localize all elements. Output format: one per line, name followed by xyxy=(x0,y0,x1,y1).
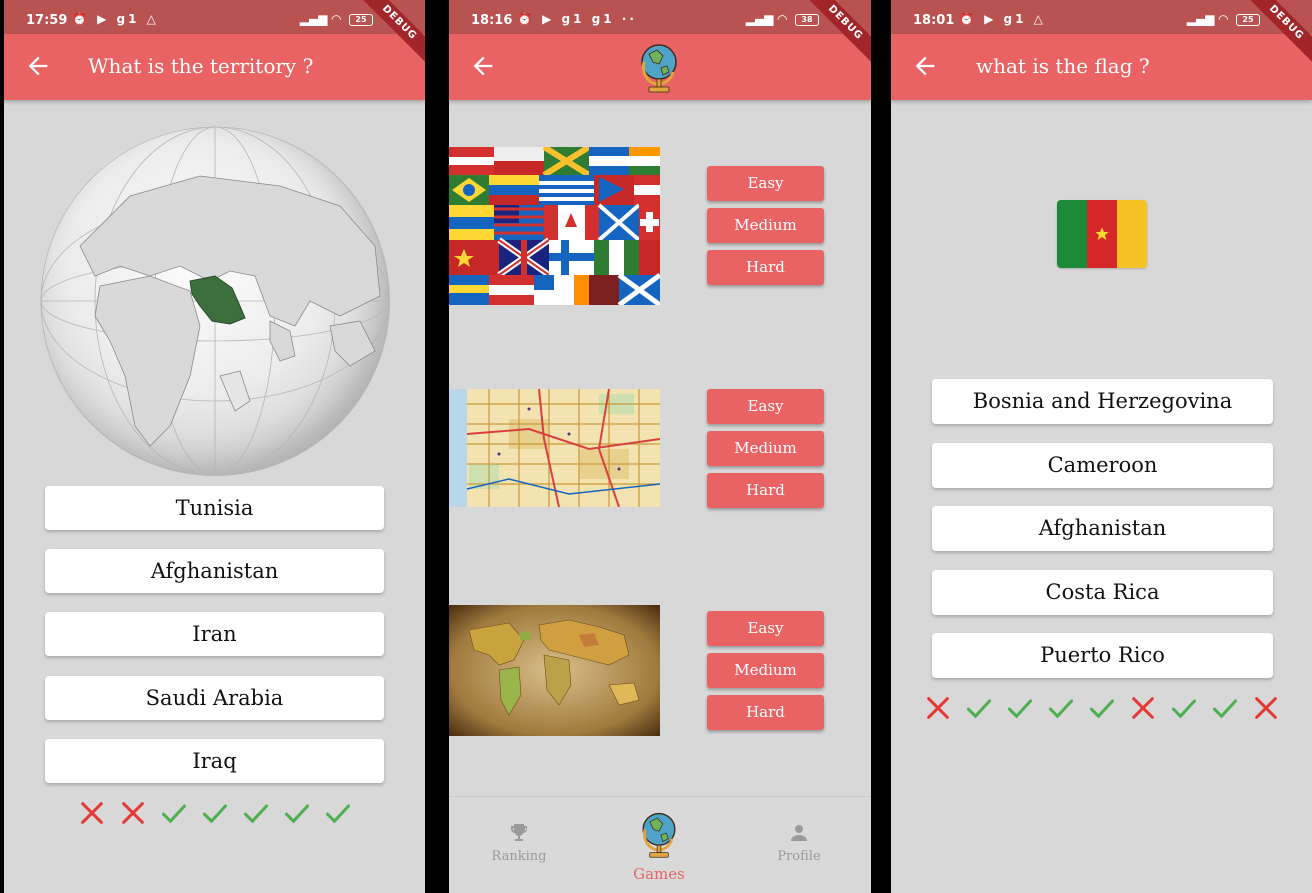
cross-icon xyxy=(71,798,112,828)
answer-option[interactable]: Afghanistan xyxy=(932,506,1273,551)
bottom-navigation: Ranking Games Profile xyxy=(449,796,871,893)
cameroon-flag-image xyxy=(1057,200,1147,268)
page-title: What is the territory ? xyxy=(88,54,314,78)
check-icon xyxy=(276,798,317,828)
status-notification-icons: ⏰ ▶ g1 g1 ·· xyxy=(517,12,637,26)
answer-option[interactable]: Afghanistan xyxy=(45,549,384,593)
cross-icon xyxy=(1122,693,1163,723)
check-icon xyxy=(1040,693,1081,723)
answer-option[interactable]: Costa Rica xyxy=(932,570,1273,615)
medium-button[interactable]: Medium xyxy=(707,208,824,243)
nav-profile-label: Profile xyxy=(777,849,821,864)
answer-option[interactable]: Cameroon xyxy=(932,443,1273,488)
medium-button[interactable]: Medium xyxy=(707,653,824,688)
globe-icon xyxy=(642,812,676,858)
check-icon xyxy=(153,798,194,828)
medium-button[interactable]: Medium xyxy=(707,431,824,466)
cross-icon xyxy=(112,798,153,828)
status-time: 17:59 xyxy=(26,13,68,28)
easy-button[interactable]: Easy xyxy=(707,611,824,646)
status-bar: 18:16 ⏰ ▶ g1 g1 ·· ▂▄▆ ◠ 38 xyxy=(449,0,871,34)
status-system-icons: ▂▄▆ ◠ 38 xyxy=(746,12,819,26)
territory-quiz-screen: 17:59 ⏰ ▶ g1 △ ▂▄▆ ◠ 25 DEBUG What is th… xyxy=(4,0,425,893)
app-bar xyxy=(449,34,871,100)
road-map-icon xyxy=(449,389,660,507)
result-history xyxy=(917,693,1286,723)
back-arrow-icon[interactable] xyxy=(24,52,52,80)
answer-option[interactable]: Tunisia xyxy=(45,486,384,530)
territory-globe-image xyxy=(40,126,390,476)
result-history xyxy=(71,798,358,828)
nav-ranking-label: Ranking xyxy=(491,849,547,864)
battery-icon: 25 xyxy=(1236,13,1260,26)
nav-ranking[interactable]: Ranking xyxy=(489,821,549,864)
battery-icon: 25 xyxy=(349,13,373,26)
hard-button[interactable]: Hard xyxy=(707,695,824,730)
answer-option[interactable]: Bosnia and Herzegovina xyxy=(932,379,1273,424)
status-time: 18:01 xyxy=(913,13,955,28)
check-icon xyxy=(958,693,999,723)
check-icon xyxy=(999,693,1040,723)
page-title: what is the flag ? xyxy=(976,54,1150,78)
trophy-icon xyxy=(511,824,527,841)
globe-logo-icon xyxy=(641,44,677,93)
check-icon xyxy=(1081,693,1122,723)
world-map-category-image[interactable] xyxy=(449,605,660,736)
back-arrow-icon[interactable] xyxy=(469,52,497,80)
flags-category-image[interactable] xyxy=(449,147,660,305)
check-icon xyxy=(317,798,358,828)
answer-option[interactable]: Saudi Arabia xyxy=(45,676,384,720)
nav-profile[interactable]: Profile xyxy=(769,821,829,864)
check-icon xyxy=(1204,693,1245,723)
easy-button[interactable]: Easy xyxy=(707,389,824,424)
cross-icon xyxy=(1245,693,1286,723)
status-notification-icons: ⏰ ▶ g1 △ xyxy=(72,12,159,26)
app-bar: what is the flag ? xyxy=(891,34,1312,100)
back-arrow-icon[interactable] xyxy=(911,52,939,80)
check-icon xyxy=(235,798,276,828)
check-icon xyxy=(1163,693,1204,723)
answer-option[interactable]: Puerto Rico xyxy=(932,633,1273,678)
cross-icon xyxy=(917,693,958,723)
status-system-icons: ▂▄▆ ◠ 25 xyxy=(1187,12,1260,26)
answer-option[interactable]: Iraq xyxy=(45,739,384,783)
city-map-category-image[interactable] xyxy=(449,389,660,507)
vintage-world-map-icon xyxy=(449,605,660,736)
hard-button[interactable]: Hard xyxy=(707,473,824,508)
status-time: 18:16 xyxy=(471,13,513,28)
star-icon xyxy=(1095,227,1109,240)
app-bar: What is the territory ? xyxy=(4,34,425,100)
status-system-icons: ▂▄▆ ◠ 25 xyxy=(300,12,373,26)
person-icon xyxy=(791,825,807,841)
nav-games-label: Games xyxy=(633,865,685,883)
status-bar: 17:59 ⏰ ▶ g1 △ ▂▄▆ ◠ 25 xyxy=(4,0,425,34)
status-bar: 18:01 ⏰ ▶ g1 △ ▂▄▆ ◠ 25 xyxy=(891,0,1312,34)
highlighted-territory xyxy=(189,275,246,325)
battery-icon: 38 xyxy=(795,13,819,26)
status-notification-icons: ⏰ ▶ g1 △ xyxy=(959,12,1046,26)
answer-option[interactable]: Iran xyxy=(45,612,384,656)
flag-quiz-screen: 18:01 ⏰ ▶ g1 △ ▂▄▆ ◠ 25 DEBUG what is th… xyxy=(891,0,1312,893)
check-icon xyxy=(194,798,235,828)
easy-button[interactable]: Easy xyxy=(707,166,824,201)
flags-collage-icon xyxy=(449,147,660,305)
hard-button[interactable]: Hard xyxy=(707,250,824,285)
games-screen: 18:16 ⏰ ▶ g1 g1 ·· ▂▄▆ ◠ 38 DEBUG Easy M… xyxy=(449,0,871,893)
globe-map-icon xyxy=(40,126,390,476)
nav-games[interactable]: Games xyxy=(629,807,689,883)
